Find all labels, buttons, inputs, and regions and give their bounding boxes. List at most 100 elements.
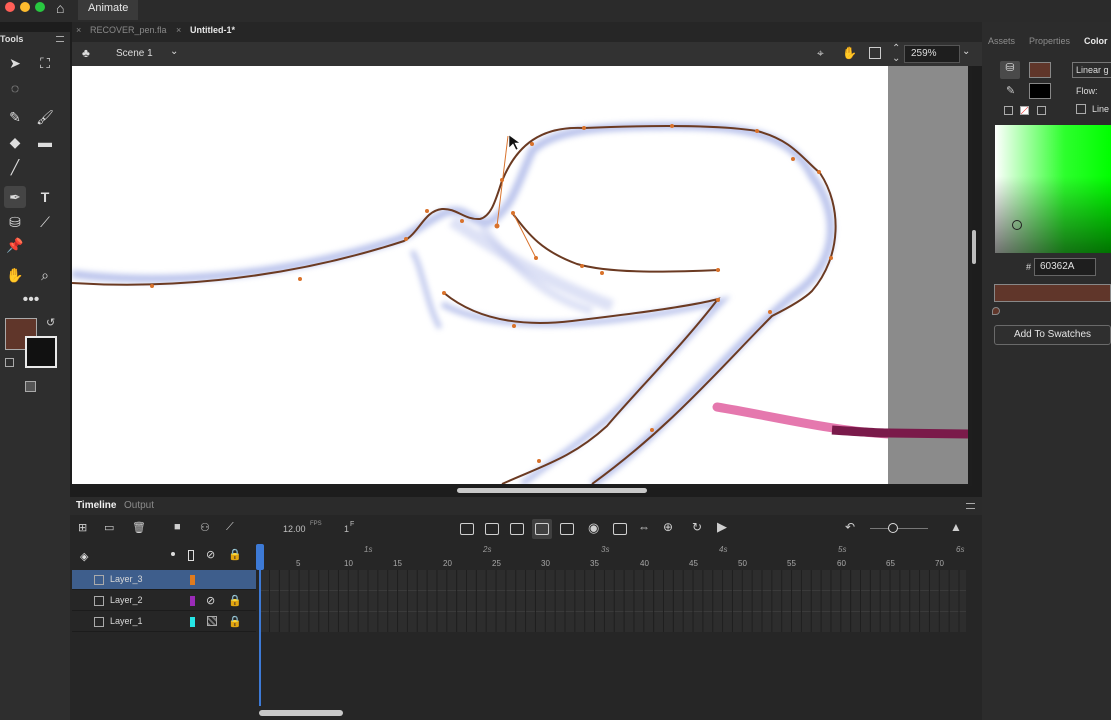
stage-horizontal-scrollbar[interactable] (457, 488, 647, 493)
fill-type-select[interactable]: Linear g (1072, 62, 1111, 78)
graph-icon[interactable]: ⟋ (226, 521, 234, 534)
color-picker-cursor[interactable] (1012, 220, 1022, 230)
eyedropper-tool-icon[interactable]: ⟋ (34, 211, 56, 233)
insert-frame-icon[interactable] (510, 523, 524, 535)
stage-vertical-scrollbar[interactable] (972, 230, 976, 264)
auto-keyframe-button[interactable] (532, 519, 552, 539)
tab-recover-pen[interactable]: RECOVER_pen.fla (90, 25, 167, 35)
default-colors-icon[interactable] (5, 358, 14, 367)
close-window-icon[interactable] (5, 2, 15, 12)
free-transform-tool-icon[interactable]: ⛶ (34, 52, 56, 74)
layer-parenting-icon[interactable]: ⚇ (200, 521, 210, 534)
hide-layers-icon[interactable]: ⊘ (206, 548, 215, 561)
selection-tool-icon[interactable]: ➤ (4, 52, 26, 74)
new-folder-icon[interactable]: ▭ (104, 521, 114, 534)
maximize-window-icon[interactable] (35, 2, 45, 12)
layer-row-layer-1[interactable]: Layer_1 🔒 (72, 612, 256, 632)
linear-rgb-checkbox[interactable] (1076, 104, 1086, 114)
layer-name[interactable]: Layer_1 (110, 616, 143, 626)
panel-menu-icon[interactable] (966, 503, 975, 509)
onion-skin-icon[interactable]: ◉ (588, 520, 599, 536)
swap-colors-icon[interactable] (1037, 106, 1046, 115)
fps-value[interactable]: 12.00 (283, 524, 306, 534)
center-frame-icon[interactable]: ⊕ (663, 520, 673, 534)
add-to-swatches-button[interactable]: Add To Swatches (994, 325, 1111, 345)
reset-zoom-icon[interactable]: ↶ (845, 520, 855, 534)
close-tab-icon[interactable]: × (176, 25, 181, 35)
eraser-tool-icon[interactable]: ◆ (4, 131, 26, 153)
stroke-color-swatch[interactable] (25, 336, 57, 368)
new-layer-icon[interactable]: ⊞ (78, 521, 87, 534)
layer-color-tag[interactable] (190, 596, 195, 606)
layer-color-tag[interactable] (190, 575, 195, 585)
panel-menu-icon[interactable] (56, 36, 64, 42)
layer-row-layer-2[interactable]: Layer_2 ⊘ 🔒 (72, 591, 256, 611)
layer-name[interactable]: Layer_2 (110, 595, 143, 605)
stage-canvas[interactable] (71, 66, 893, 488)
playhead[interactable] (259, 544, 261, 706)
stroke-pencil-icon[interactable]: ✎ (1006, 84, 1015, 97)
clear-frames-icon[interactable] (560, 523, 574, 535)
step-back-icon[interactable]: ↻ (692, 520, 702, 534)
object-drawing-icon[interactable] (25, 381, 36, 392)
hand-tool-icon[interactable]: ✋ (4, 264, 26, 286)
tab-properties[interactable]: Properties (1029, 36, 1070, 46)
current-frame[interactable]: 1 (344, 524, 349, 534)
layer-color-tag[interactable] (190, 617, 195, 627)
paint-brush-tool-icon[interactable]: ✎ (4, 106, 26, 128)
swap-colors-icon[interactable]: ↺ (46, 316, 55, 329)
text-tool-icon[interactable]: T (34, 186, 56, 208)
pin-tool-icon[interactable]: 📌 (4, 234, 26, 256)
close-tab-icon[interactable]: × (76, 25, 81, 35)
stage-drawing[interactable] (71, 66, 893, 488)
zoom-input[interactable]: 259% (904, 45, 960, 63)
center-stage-icon[interactable]: ⌖ (817, 46, 824, 61)
outline-layers-icon[interactable] (188, 550, 194, 561)
default-colors-icon[interactable] (1004, 106, 1013, 115)
play-icon[interactable]: ▶ (717, 519, 727, 535)
insert-blank-keyframe-icon[interactable] (485, 523, 499, 535)
frames-grid[interactable] (260, 570, 966, 632)
fill-bucket-icon[interactable]: ⛁ (1000, 61, 1020, 79)
rectangle-tool-icon[interactable]: ▬ (34, 131, 56, 153)
lock-layers-icon[interactable]: 🔒 (228, 548, 242, 561)
hex-color-input[interactable]: 60362A (1034, 258, 1096, 276)
chevron-down-icon[interactable]: ⌄ (170, 46, 178, 57)
rotate-stage-icon[interactable]: ✋ (842, 46, 857, 60)
layers-stack-icon[interactable]: ◈ (80, 550, 88, 563)
more-tools-icon[interactable]: ••• (20, 289, 42, 311)
delete-layer-icon[interactable]: 🗑 (132, 521, 146, 534)
lock-icon[interactable]: 🔒 (228, 615, 242, 628)
outline-icon[interactable] (207, 616, 217, 626)
camera-icon[interactable]: ■ (174, 521, 181, 533)
tab-assets[interactable]: Assets (988, 36, 1015, 46)
line-tool-icon[interactable]: ╱ (4, 156, 26, 178)
scene-label[interactable]: Scene 1 (116, 48, 153, 59)
edit-multiple-frames-icon[interactable] (613, 523, 627, 535)
tab-output[interactable]: Output (124, 500, 154, 511)
app-tab[interactable]: Animate (78, 0, 139, 20)
timeline-horizontal-scrollbar[interactable] (259, 710, 343, 716)
stroke-color-chip[interactable] (1029, 83, 1051, 99)
no-color-icon[interactable] (1020, 106, 1029, 115)
zoom-stepper-icon[interactable]: ⌃ ⌄ (892, 44, 900, 64)
mountain-icon[interactable]: ▲ (950, 520, 962, 534)
tab-color[interactable]: Color (1084, 36, 1108, 46)
timeline-zoom-slider[interactable] (870, 528, 928, 529)
color-picker-field[interactable] (995, 125, 1111, 253)
highlight-layers-icon[interactable] (171, 552, 175, 556)
chevron-down-icon[interactable]: ⌄ (962, 46, 970, 57)
lasso-tool-icon[interactable]: ◌ (4, 77, 26, 99)
zoom-tool-icon[interactable]: ⌕ (34, 264, 56, 286)
pen-tool-icon[interactable]: ✒ (4, 186, 26, 208)
layer-name[interactable]: Layer_3 (110, 574, 143, 584)
paint-bucket-tool-icon[interactable]: ⛁ (4, 211, 26, 233)
gradient-stop-marker[interactable] (992, 307, 1000, 315)
tab-timeline[interactable]: Timeline (76, 500, 116, 511)
lock-icon[interactable]: 🔒 (228, 594, 242, 607)
timeline-zoom-thumb[interactable] (888, 523, 898, 533)
home-icon[interactable]: ⌂ (56, 1, 64, 15)
hidden-icon[interactable]: ⊘ (206, 594, 215, 607)
minimize-window-icon[interactable] (20, 2, 30, 12)
insert-keyframe-icon[interactable] (460, 523, 474, 535)
